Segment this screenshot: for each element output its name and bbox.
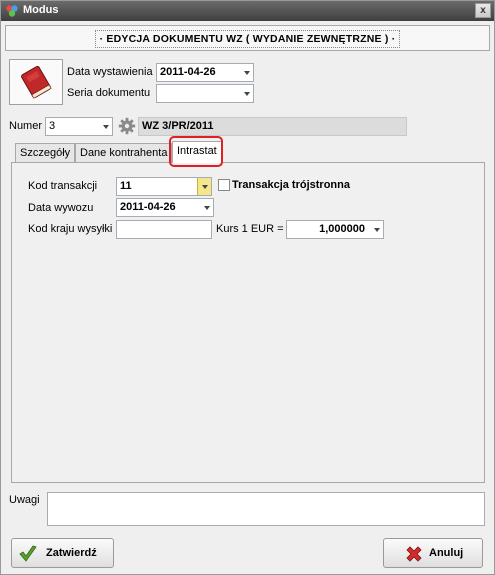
document-number-display: WZ 3/PR/2011	[138, 117, 407, 136]
close-button[interactable]: x	[475, 3, 491, 18]
tab-contractor-data[interactable]: Dane kontrahenta	[75, 143, 173, 163]
document-header: · EDYCJA DOKUMENTU WZ ( WYDANIE ZEWNĘTRZ…	[5, 25, 490, 51]
book-icon	[21, 65, 52, 99]
country-code-input[interactable]	[116, 220, 212, 239]
window-title: Modus	[23, 4, 59, 16]
chevron-down-icon	[204, 206, 210, 210]
dialog-window: Modus x · EDYCJA DOKUMENTU WZ ( WYDANIE …	[0, 0, 495, 575]
cancel-x-icon	[406, 546, 422, 562]
chevron-down-icon	[244, 71, 250, 75]
header-title: · EDYCJA DOKUMENTU WZ ( WYDANIE ZEWNĘTRZ…	[94, 30, 401, 48]
export-date-label: Data wywozu	[28, 202, 94, 214]
triangular-transaction-label: Transakcja trójstronna	[232, 179, 350, 191]
transaction-code-label: Kod transakcji	[28, 180, 98, 192]
title-bar: Modus x	[1, 1, 494, 21]
tab-details[interactable]: Szczegóły	[15, 143, 76, 163]
document-icon-button[interactable]	[9, 59, 63, 105]
triangular-transaction-checkbox[interactable]	[218, 179, 230, 191]
confirm-button[interactable]: Zatwierdź	[11, 538, 114, 568]
chevron-down-icon	[374, 228, 380, 232]
transaction-code-field[interactable]: 11	[116, 177, 212, 196]
issue-date-field[interactable]: 2011-04-26	[156, 63, 254, 82]
export-date-field[interactable]: 2011-04-26	[116, 198, 214, 217]
tab-highlight-outline	[169, 136, 223, 167]
eur-rate-field[interactable]: 1,000000	[286, 220, 384, 239]
dropdown-button[interactable]	[197, 178, 211, 195]
intrastat-panel: Kod transakcji 11 Transakcja trójstronna…	[11, 162, 485, 483]
number-label: Numer	[9, 120, 43, 132]
checkmark-icon	[19, 545, 37, 562]
chevron-down-icon	[202, 185, 208, 189]
modus-app-icon	[6, 5, 18, 17]
chevron-down-icon	[244, 92, 250, 96]
eur-rate-label: Kurs 1 EUR =	[216, 223, 284, 235]
country-code-label: Kod kraju wysyłki	[28, 223, 113, 235]
number-field[interactable]: 3	[45, 117, 113, 136]
series-field[interactable]	[156, 84, 254, 103]
issue-date-label: Data wystawienia	[67, 66, 153, 78]
close-icon: x	[480, 5, 486, 16]
gear-icon	[118, 117, 136, 135]
number-settings-button[interactable]	[118, 117, 136, 135]
notes-input[interactable]	[47, 492, 485, 526]
chevron-down-icon	[103, 125, 109, 129]
cancel-button[interactable]: Anuluj	[383, 538, 483, 568]
notes-label: Uwagi	[9, 494, 40, 506]
series-label: Seria dokumentu	[67, 87, 151, 99]
